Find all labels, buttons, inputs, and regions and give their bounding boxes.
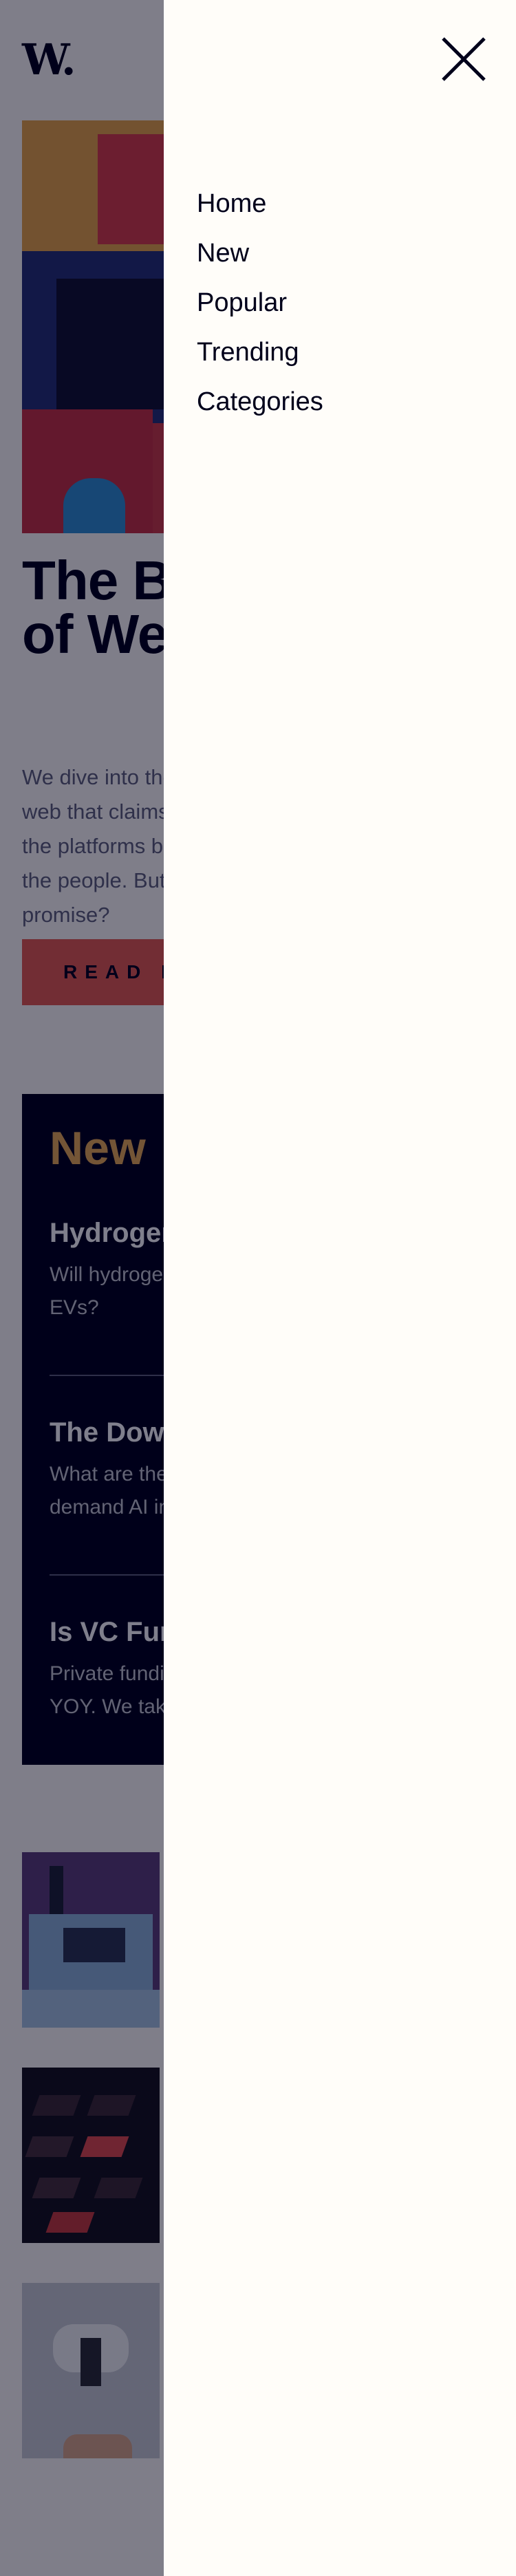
nav-item-categories[interactable]: Categories — [197, 369, 323, 435]
nav-drawer: Home New Popular Trending Categories — [164, 0, 516, 2576]
nav-menu: Home New Popular Trending Categories — [197, 187, 323, 435]
close-icon — [442, 37, 486, 81]
close-menu-button[interactable] — [439, 34, 488, 84]
